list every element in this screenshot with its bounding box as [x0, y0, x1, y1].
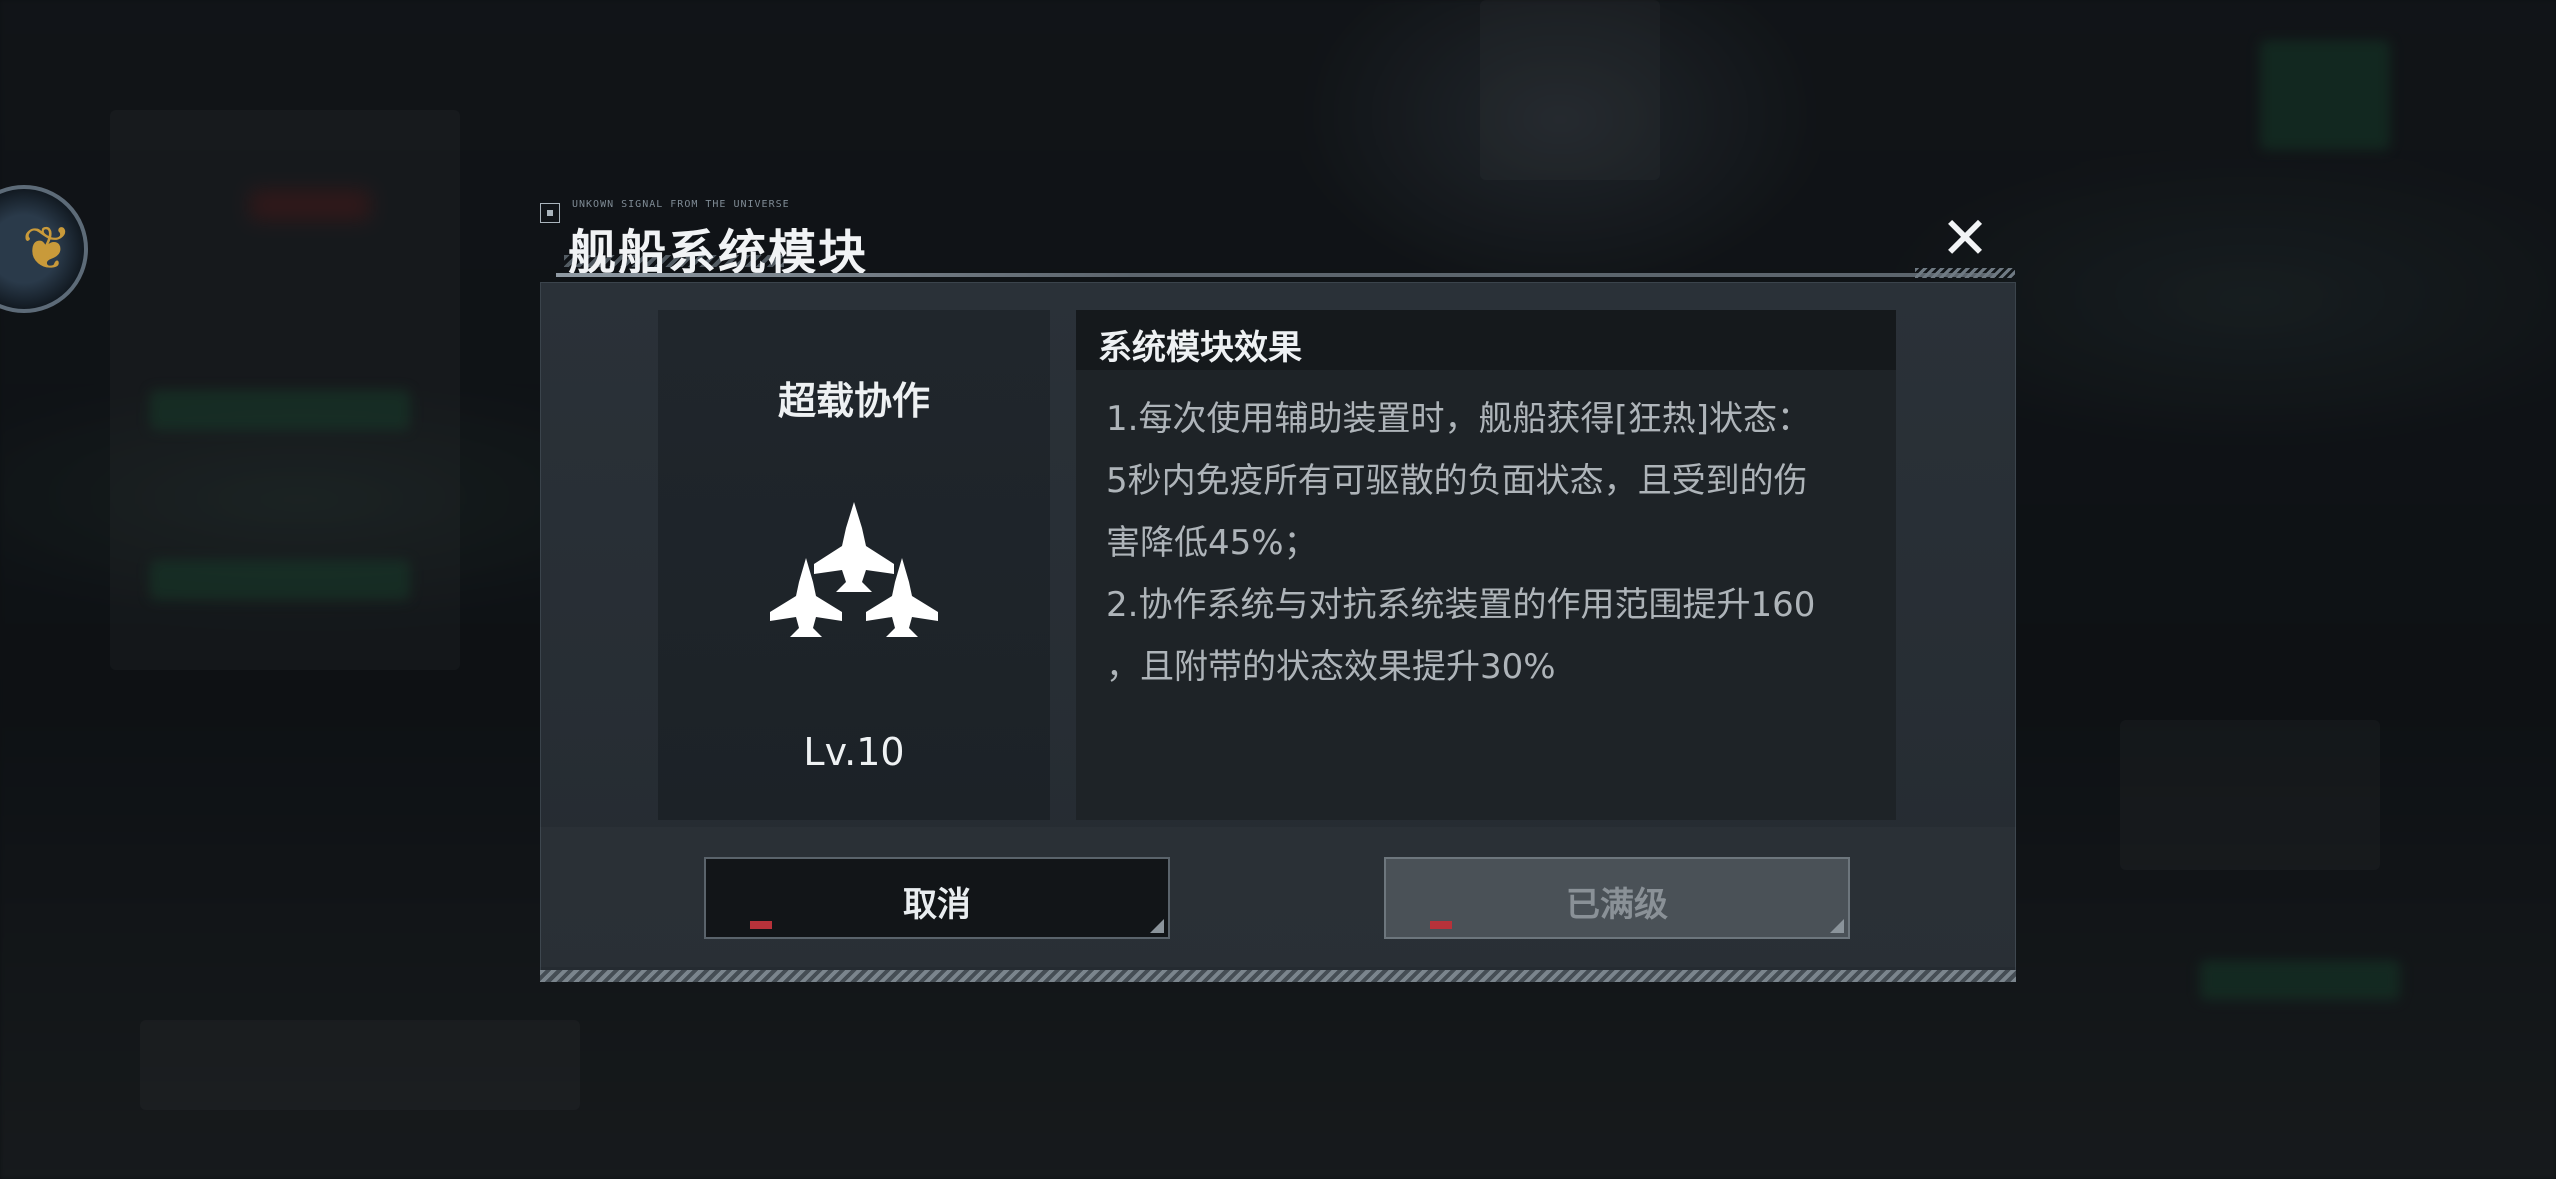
close-icon: ✕: [1940, 204, 1990, 272]
effect-header: 系统模块效果: [1076, 310, 1896, 370]
dialog-header: UNKOWN SIGNAL FROM THE UNIVERSE 舰船系统模块: [540, 195, 2020, 285]
effect-panel: 系统模块效果 1.每次使用辅助装置时，舰船获得[狂热]状态： 5秒内免疫所有可驱…: [1076, 310, 1896, 820]
close-button[interactable]: ✕: [1935, 204, 1995, 272]
bracket-icon: [540, 203, 560, 223]
dialog: 超载协作 Lv.10 系统模块效果 1.每次使用辅助装置时，舰船获得[狂热]状态…: [540, 282, 2016, 982]
three-fighter-jets-icon: [770, 502, 938, 637]
effect-line: ，且附带的状态效果提升30%: [1106, 647, 1556, 687]
module-level: Lv.10: [803, 730, 905, 774]
emblem-icon: ❦: [21, 214, 72, 284]
effect-description: 1.每次使用辅助装置时，舰船获得[狂热]状态： 5秒内免疫所有可驱散的负面状态，…: [1106, 388, 1876, 698]
title-underline: [556, 273, 1996, 277]
button-corner-icon: [1150, 919, 1164, 933]
cancel-button[interactable]: 取消: [704, 857, 1170, 939]
effect-line: 2.协作系统与对抗系统装置的作用范围提升160: [1106, 585, 1816, 625]
signal-text: UNKOWN SIGNAL FROM THE UNIVERSE: [572, 199, 790, 210]
dialog-bottom-stripe: [540, 970, 2016, 982]
effect-title: 系统模块效果: [1098, 328, 1302, 368]
module-panel: 超载协作 Lv.10: [658, 310, 1050, 820]
button-tag: [1430, 921, 1452, 929]
effect-line: 1.每次使用辅助装置时，舰船获得[狂热]状态：: [1106, 399, 1811, 439]
max-level-button: 已满级: [1384, 857, 1850, 939]
module-name: 超载协作: [777, 379, 930, 423]
effect-line: 5秒内免疫所有可驱散的负面状态，且受到的伤: [1106, 461, 1808, 501]
effect-line: 害降低45%；: [1106, 523, 1318, 563]
max-level-button-label: 已满级: [1566, 885, 1668, 925]
button-tag: [750, 921, 772, 929]
corner-stripe: [1915, 268, 2015, 278]
cancel-button-label: 取消: [903, 885, 971, 925]
button-corner-icon: [1830, 919, 1844, 933]
